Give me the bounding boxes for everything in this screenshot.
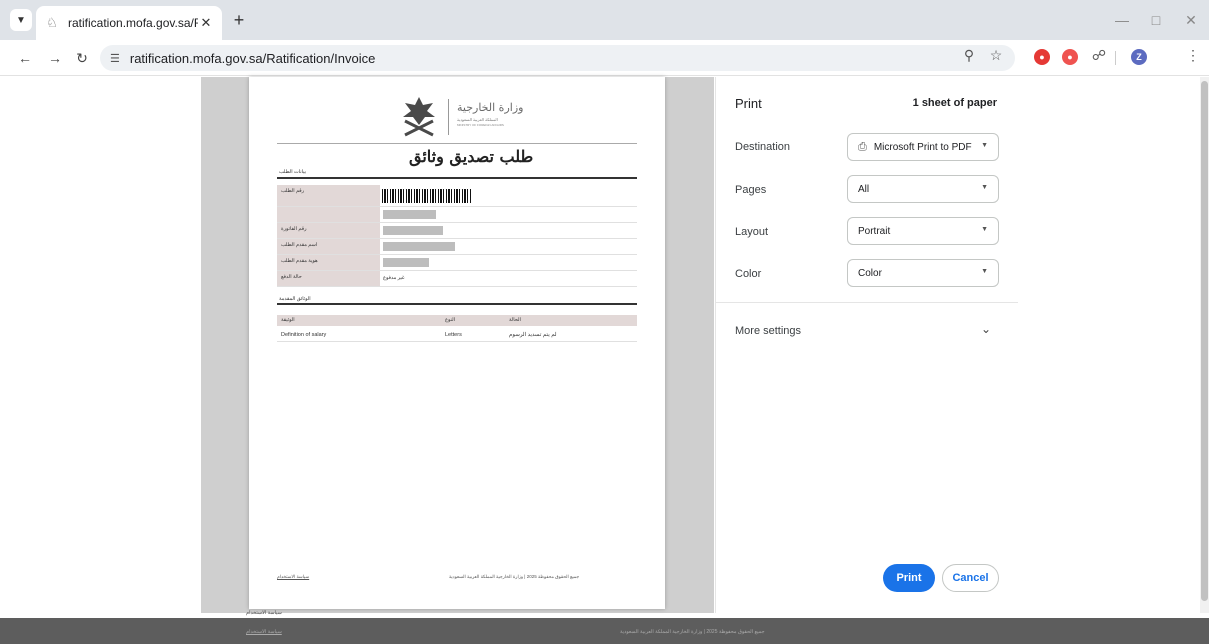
- printer-icon: ⎙: [858, 140, 867, 153]
- info-row-blank: [277, 207, 637, 223]
- layout-label: Layout: [735, 226, 769, 238]
- ministry-subtitle: المملكة العربية السعودية: [457, 117, 498, 122]
- print-settings-panel: Print 1 sheet of paper Destination ⎙ Mic…: [715, 77, 1018, 613]
- info-label: حالة الدفع: [277, 271, 380, 286]
- chevron-down-icon: ▼: [981, 142, 988, 149]
- redacted-value: [383, 258, 429, 267]
- sheet-footer-policy: سياسة الاستخدام: [277, 574, 310, 579]
- destination-label: Destination: [735, 141, 791, 153]
- section-applicant-label: بيانات الطلب: [279, 169, 307, 175]
- toolbar-divider: [1115, 51, 1116, 65]
- color-value: Color: [858, 267, 882, 279]
- info-label: رقم الفاتورة: [277, 223, 380, 238]
- section-docs-label: الوثائق المقدمة: [279, 296, 311, 302]
- preview-sheet: وزارة الخارجية المملكة العربية السعودية …: [249, 77, 665, 609]
- restore-icon[interactable]: □: [1146, 10, 1166, 30]
- pages-value: All: [858, 183, 870, 195]
- destination-value: Microsoft Print to PDF: [873, 141, 972, 153]
- col-status: الحالة: [509, 317, 521, 323]
- back-arrow-icon[interactable]: ←: [16, 49, 34, 67]
- info-label: رقم الطلب: [277, 185, 380, 206]
- footer-policy-link[interactable]: سياسة الاستخدام: [246, 629, 282, 635]
- extension-pink-icon[interactable]: ●: [1062, 49, 1078, 65]
- extension-red-icon[interactable]: ●: [1034, 49, 1050, 65]
- pages-label: Pages: [735, 184, 767, 196]
- navigation-bar: ← → ↻ ☰ ratification.mofa.gov.sa/Ratific…: [0, 40, 1209, 76]
- info-label: هوية مقدم الطلب: [277, 255, 380, 270]
- reload-icon[interactable]: ↻: [73, 49, 91, 67]
- site-info-icon[interactable]: ☰: [110, 52, 120, 65]
- chevron-down-icon: ▼: [981, 268, 988, 275]
- url-text: ratification.mofa.gov.sa/Ratification/In…: [129, 50, 376, 66]
- forward-arrow-icon[interactable]: →: [46, 49, 64, 67]
- col-document: الوثيقة: [281, 317, 295, 323]
- redacted-value: [383, 226, 443, 235]
- doc-type: Letters: [445, 332, 462, 338]
- extensions-puzzle-icon[interactable]: ☍: [1090, 46, 1108, 64]
- color-label: Color: [735, 268, 762, 280]
- new-tab-icon[interactable]: +: [229, 10, 249, 30]
- chevron-down-icon: ▼: [981, 226, 988, 233]
- destination-select[interactable]: ⎙ Microsoft Print to PDF ▼: [847, 133, 999, 161]
- info-row-applicant-id: هوية مقدم الطلب: [277, 255, 637, 271]
- document-title: طلب تصديق وثائق: [409, 147, 534, 166]
- minimize-icon[interactable]: —: [1112, 10, 1132, 30]
- panel-divider: [716, 302, 1018, 303]
- ministry-name: وزارة الخارجية: [457, 101, 524, 114]
- bookmark-star-icon[interactable]: ☆: [987, 46, 1005, 64]
- doc-name: Definition of salary: [281, 332, 327, 338]
- more-settings-toggle[interactable]: More settings: [735, 325, 801, 337]
- redacted-value: [383, 210, 436, 219]
- pages-select[interactable]: All ▼: [847, 175, 999, 203]
- header-line: [277, 143, 637, 144]
- print-button[interactable]: Print: [883, 564, 935, 592]
- page-footer: سياسة الاستخدام جميع الحقوق محفوظة 2025 …: [0, 618, 1209, 644]
- tab-strip: ▼ ♘ ratification.mofa.gov.sa/Ratifica ✕ …: [0, 0, 1209, 40]
- col-type: النوع: [445, 317, 455, 323]
- zoom-icon[interactable]: ⚲: [960, 46, 978, 64]
- info-row-payment-status: حالة الدفع: [277, 271, 637, 287]
- close-tab-icon[interactable]: ✕: [198, 15, 214, 31]
- sheet-count: 1 sheet of paper: [912, 97, 997, 109]
- info-row-invoice: رقم الفاتورة: [277, 223, 637, 239]
- print-preview-area: وزارة الخارجية المملكة العربية السعودية …: [201, 77, 714, 613]
- under-sheet-text: سياسة الاستخدام: [246, 610, 282, 616]
- info-row-applicant-name: اسم مقدم الطلب: [277, 239, 637, 255]
- payment-status-value: غير مدفوع: [383, 275, 405, 281]
- emblem-favicon-icon: ♘: [46, 15, 58, 30]
- page-content: وزارة الخارجية المملكة العربية السعودية …: [0, 77, 1209, 644]
- more-menu-icon[interactable]: ⋮: [1184, 46, 1202, 64]
- section-docs-line: [277, 303, 637, 305]
- tab-search-chevron-icon[interactable]: ▼: [10, 9, 32, 31]
- print-title: Print: [735, 96, 762, 111]
- address-bar[interactable]: ☰ ratification.mofa.gov.sa/Ratification/…: [100, 45, 1015, 71]
- ministry-english: MINISTRY OF FOREIGN AFFAIRS: [457, 123, 504, 127]
- info-label: اسم مقدم الطلب: [277, 239, 380, 254]
- section-applicant-line: [277, 177, 637, 179]
- doc-status: لم يتم تسديد الرسوم: [509, 332, 557, 338]
- saudi-emblem-icon: [403, 97, 435, 137]
- cancel-button[interactable]: Cancel: [942, 564, 999, 592]
- layout-value: Portrait: [858, 225, 891, 237]
- barcode-image: [382, 189, 472, 203]
- chevron-down-icon: ▼: [981, 184, 988, 191]
- close-window-icon[interactable]: ✕: [1181, 10, 1201, 30]
- expand-chevron-icon[interactable]: ⌄: [981, 322, 991, 336]
- layout-select[interactable]: Portrait ▼: [847, 217, 999, 245]
- sheet-footer-copyright: جميع الحقوق محفوظة 2025 | وزارة الخارجية…: [449, 574, 580, 579]
- browser-tab[interactable]: ♘ ratification.mofa.gov.sa/Ratifica ✕: [36, 6, 222, 40]
- docs-table-header: الوثيقة النوع الحالة: [277, 315, 637, 326]
- redacted-value: [383, 242, 455, 251]
- tab-title: ratification.mofa.gov.sa/Ratifica: [68, 16, 198, 30]
- info-label: [277, 207, 380, 222]
- table-row: Definition of salary Letters لم يتم تسدي…: [277, 328, 637, 342]
- profile-avatar[interactable]: Z: [1131, 49, 1147, 65]
- logo-divider: [448, 99, 449, 135]
- color-select[interactable]: Color ▼: [847, 259, 999, 287]
- footer-copyright: جميع الحقوق محفوظة 2025 | وزارة الخارجية…: [620, 629, 765, 635]
- scrollbar-thumb[interactable]: [1201, 81, 1208, 601]
